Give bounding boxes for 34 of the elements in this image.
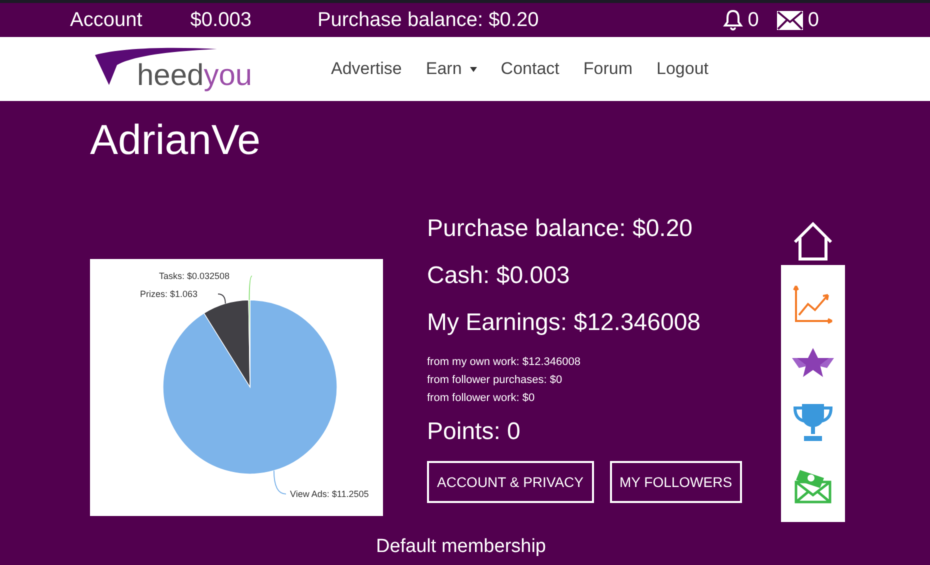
cash-balance: $0.003 xyxy=(190,8,252,32)
nav-link[interactable]: Contact xyxy=(500,59,560,79)
slice-label: View Ads: $11.2505 xyxy=(290,489,369,500)
username-heading: AdrianVe xyxy=(90,115,262,165)
purchase-balance: Purchase balance: $0.20 xyxy=(317,8,539,32)
logo-text[interactable]: heedyou xyxy=(137,61,252,93)
account-privacy-button[interactable]: ACCOUNT & PRIVACY xyxy=(427,460,594,503)
leader-line xyxy=(273,470,286,495)
slice-label: Prizes: $1.063 xyxy=(140,289,198,300)
nav-link[interactable]: Earn xyxy=(426,59,477,79)
earnings-detail: from follower purchases: $0 xyxy=(427,374,564,386)
nav-link[interactable]: Advertise xyxy=(331,59,402,79)
leader-line xyxy=(248,276,252,301)
slice-label: Tasks: $0.032508 xyxy=(159,271,230,282)
bell-icon[interactable] xyxy=(722,9,743,31)
membership-label: Default membership xyxy=(374,536,548,558)
leader-line xyxy=(218,294,226,304)
earnings-total: My Earnings: $12.346008 xyxy=(427,308,702,338)
points-total: Points: 0 xyxy=(427,418,522,447)
message-count: 0 xyxy=(808,8,819,32)
earnings-detail: from follower work: $0 xyxy=(427,392,536,404)
nav-link[interactable]: Forum xyxy=(583,59,633,79)
followers-button[interactable]: MY FOLLOWERS xyxy=(610,460,742,503)
cash-balance: Cash: $0.003 xyxy=(427,262,571,291)
home-icon[interactable] xyxy=(792,221,834,262)
earnings-detail: from my own work: $12.346008 xyxy=(427,356,582,368)
money-envelope-icon[interactable] xyxy=(794,468,832,504)
nav-link[interactable]: Logout xyxy=(656,59,709,79)
mail-icon[interactable] xyxy=(776,10,803,30)
winged-star-icon[interactable] xyxy=(792,348,834,378)
purchase-balance: Purchase balance: $0.20 xyxy=(427,215,694,244)
notification-count: 0 xyxy=(748,8,759,32)
line-chart-icon[interactable] xyxy=(793,284,833,324)
account-link[interactable]: Account xyxy=(70,8,142,32)
